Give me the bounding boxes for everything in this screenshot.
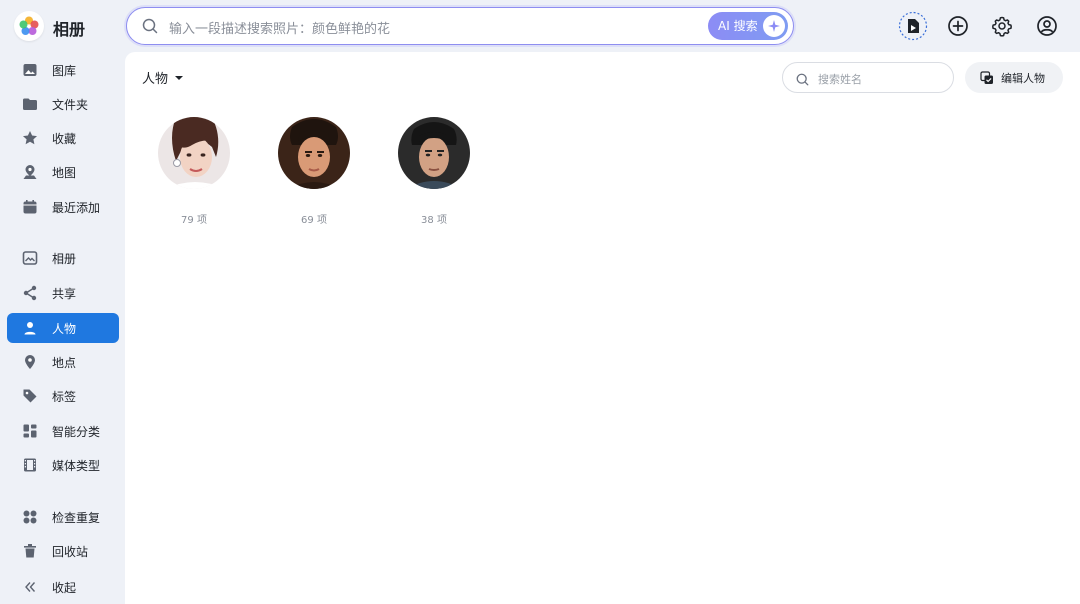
sidebar-item-label: 图库 (52, 63, 77, 78)
view-label: 人物 (142, 72, 169, 87)
sparkle-icon (763, 15, 785, 37)
add-button[interactable] (943, 11, 973, 41)
sidebar-collapse-button[interactable]: 收起 (7, 572, 119, 602)
sidebar-item-albums[interactable]: 相册 (7, 243, 119, 273)
sidebar-item-gallery[interactable]: 图库 (7, 55, 119, 85)
sidebar-item-label: 标签 (52, 389, 77, 404)
person-avatar (278, 117, 350, 189)
person-card[interactable]: 38 项 (379, 117, 489, 226)
sidebar-item-label: 收藏 (52, 131, 77, 146)
edit-people-label: 编辑人物 (1001, 71, 1045, 85)
sidebar-item-label: 相册 (52, 251, 77, 266)
star-icon (22, 130, 38, 146)
sidebar-item-recent[interactable]: 最近添加 (7, 192, 119, 222)
sidebar-item-label: 地点 (52, 355, 77, 370)
sidebar-item-label: 媒体类型 (52, 458, 101, 473)
settings-button[interactable] (987, 11, 1017, 41)
person-avatar (398, 117, 470, 189)
tag-icon (22, 388, 38, 404)
app-logo (14, 11, 44, 41)
person-avatar (158, 117, 230, 189)
sidebar-item-people[interactable]: 人物 (7, 313, 119, 343)
collapse-label: 收起 (52, 580, 77, 595)
caret-down-icon (175, 75, 184, 80)
edit-people-icon (980, 70, 993, 84)
sidebar-item-shared[interactable]: 共享 (7, 278, 119, 308)
person-icon (22, 320, 38, 336)
image-icon (22, 62, 38, 78)
account-button[interactable] (1032, 11, 1062, 41)
chevron-double-left-icon (22, 579, 38, 595)
user-circle-icon (1037, 16, 1057, 36)
edit-people-button[interactable]: 编辑人物 (965, 62, 1063, 93)
name-search-placeholder: 搜索姓名 (818, 73, 862, 86)
sidebar-item-label: 回收站 (52, 544, 89, 559)
sidebar-item-map[interactable]: 地图 (7, 157, 119, 187)
folder-icon (22, 96, 38, 112)
search-placeholder: 输入一段描述搜索照片：颜色鲜艳的花 (169, 22, 391, 37)
person-card[interactable]: 79 项 (139, 117, 249, 226)
sidebar-item-tags[interactable]: 标签 (7, 381, 119, 411)
plus-circle-icon (948, 16, 968, 36)
flower-logo-icon (19, 16, 39, 35)
trash-icon (22, 543, 38, 559)
sidebar-item-favorites[interactable]: 收藏 (7, 123, 119, 153)
sidebar-item-label: 检查重复 (52, 510, 101, 525)
duplicate-icon (22, 509, 38, 525)
sidebar-item-smart-categories[interactable]: 智能分类 (7, 416, 119, 446)
album-icon (22, 250, 38, 266)
sidebar-item-check-duplicates[interactable]: 检查重复 (7, 502, 119, 532)
sidebar-item-label: 智能分类 (52, 424, 101, 439)
sidebar-item-folders[interactable]: 文件夹 (7, 89, 119, 119)
main-content: 人物 搜索姓名 编辑人物 79 项 69 项 38 项 (125, 52, 1080, 604)
sidebar-item-label: 最近添加 (52, 200, 101, 215)
sidebar-item-label: 人物 (52, 321, 77, 336)
upload-media-button[interactable] (898, 11, 928, 41)
sidebar-item-media-types[interactable]: 媒体类型 (7, 450, 119, 480)
media-upload-icon (898, 11, 928, 41)
ai-search-button[interactable]: AI 搜索 (708, 12, 788, 40)
sidebar-item-label: 地图 (52, 165, 77, 180)
sidebar-item-places[interactable]: 地点 (7, 347, 119, 377)
search-icon (796, 71, 809, 90)
person-item-count: 38 项 (421, 215, 447, 226)
gear-icon (992, 16, 1012, 37)
share-icon (22, 285, 38, 301)
search-icon (142, 18, 158, 38)
sidebar-item-trash[interactable]: 回收站 (7, 536, 119, 566)
location-icon (22, 354, 38, 370)
ai-search-bar[interactable]: 输入一段描述搜索照片：颜色鲜艳的花 AI 搜索 (126, 7, 794, 45)
film-icon (22, 457, 38, 473)
name-search-input[interactable]: 搜索姓名 (782, 62, 954, 93)
sidebar-item-label: 共享 (52, 286, 77, 301)
person-item-count: 79 项 (181, 215, 207, 226)
person-item-count: 69 项 (301, 215, 327, 226)
map-pin-icon (22, 164, 38, 180)
sidebar-item-label: 文件夹 (52, 97, 89, 112)
ai-search-label: AI 搜索 (718, 19, 758, 33)
person-card[interactable]: 69 项 (259, 117, 369, 226)
calendar-icon (22, 199, 38, 215)
grid-icon (22, 423, 38, 439)
app-title: 相册 (53, 20, 86, 39)
view-dropdown[interactable]: 人物 (142, 68, 184, 87)
